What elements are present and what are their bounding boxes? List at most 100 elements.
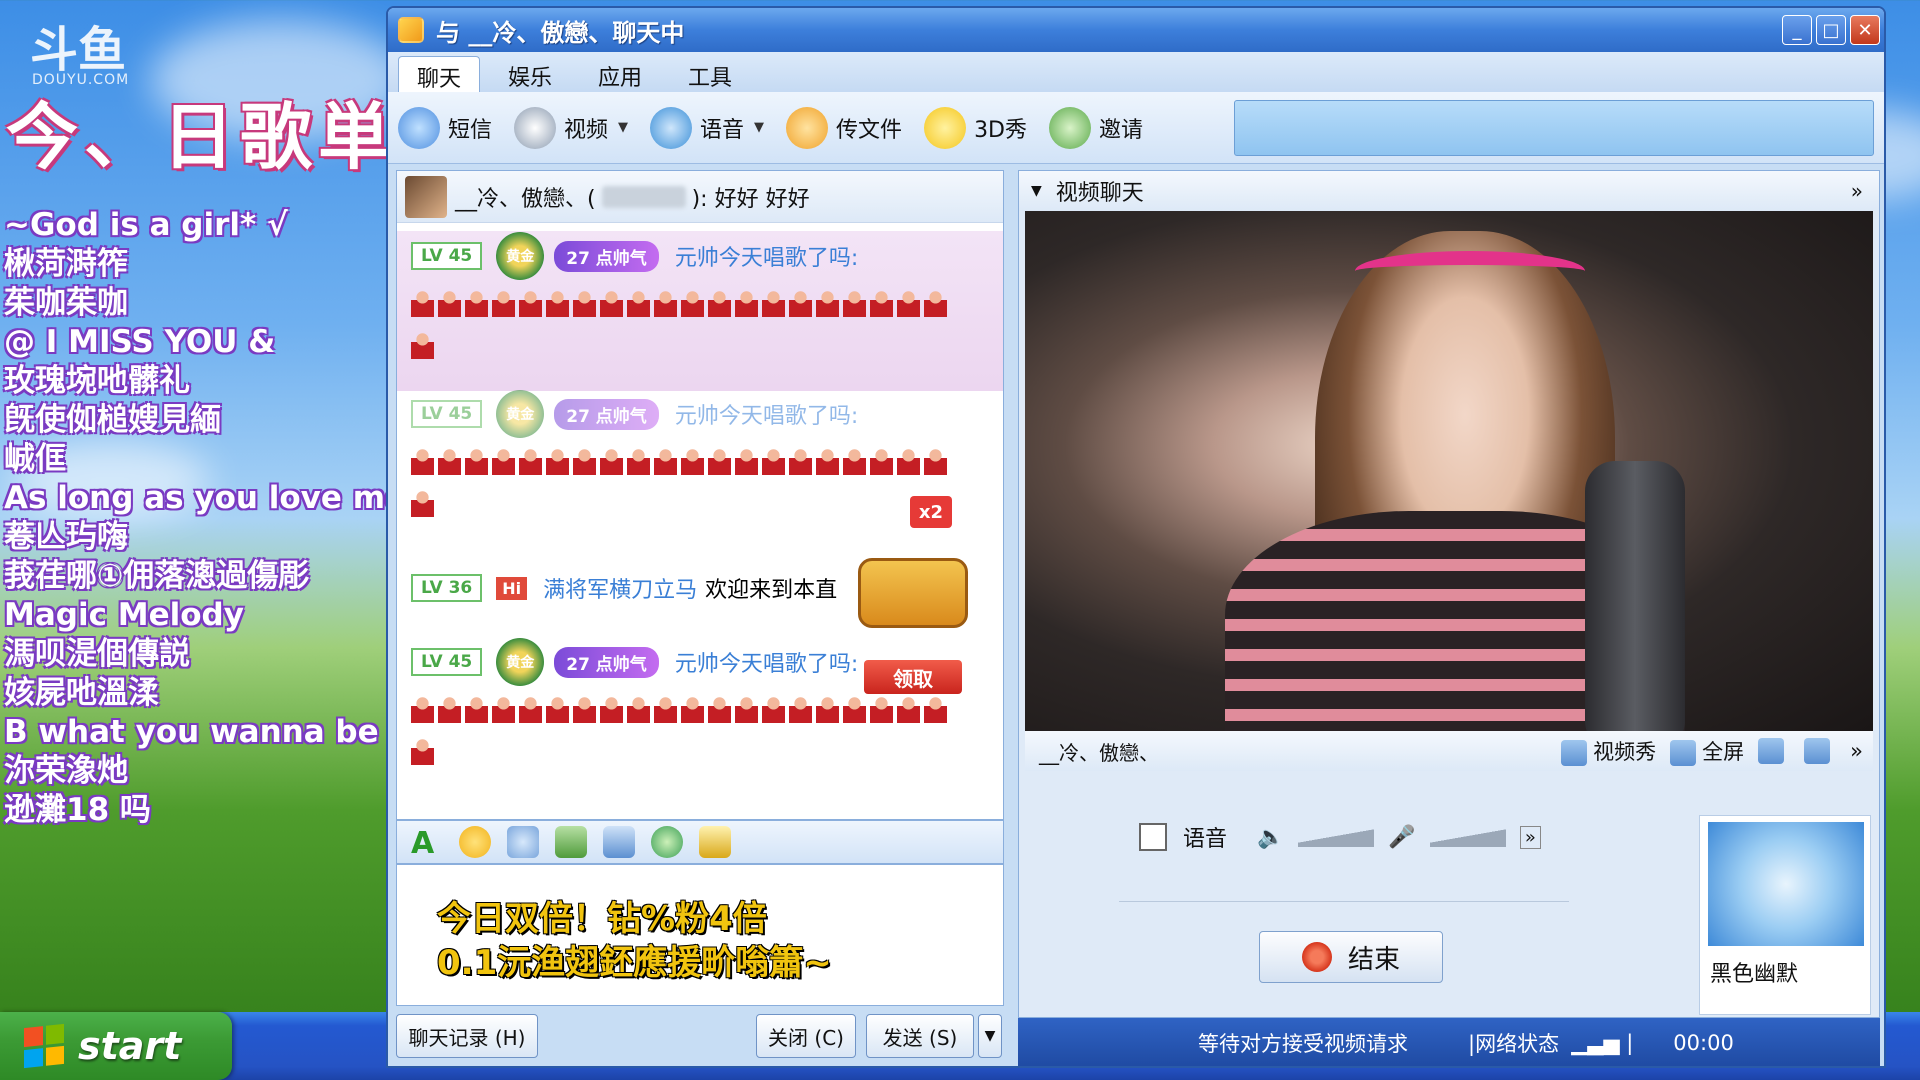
video-sub-bar: __冷、傲戀、 视频秀 全屏 » [1025,731,1873,771]
maximize-button[interactable]: □ [1816,15,1846,45]
fullscreen-button[interactable]: 全屏 [1670,736,1744,766]
chat-history[interactable]: __冷、傲戀、( ): 好好 好好 LV 45 黄金 27 点帅气 元帅今天唱歌… [396,170,1004,820]
video-chat-header: ▼ 视频聊天 » [1019,171,1879,211]
close-window-button[interactable]: ✕ [1850,15,1880,45]
gift-icon[interactable] [699,826,731,858]
magic-emoji-icon[interactable] [507,826,539,858]
more-icon[interactable]: » [1850,739,1863,763]
menu-tools[interactable]: 工具 [670,56,750,92]
voice-checkbox[interactable] [1139,823,1167,851]
sms-button[interactable]: 短信 [398,106,493,149]
chevron-down-icon[interactable]: ▼ [754,120,764,135]
window-title: 与 __冷、傲戀、聊天中 [436,18,685,47]
chat-header-message: ): 好好 好好 [691,186,810,212]
user-name[interactable]: 满将军横刀立马 [543,572,697,604]
3d-show-icon [924,106,967,149]
camera-icon [1758,738,1785,764]
toolbar: 短信 视频 ▼ 语音 ▼ 传文件 3D秀 邀请 [388,92,1884,164]
emoji-row [397,281,1003,365]
title-bar[interactable]: 与 __冷、傲戀、聊天中 _ □ ✕ [388,8,1884,52]
song-item: As long as you love me [4,480,407,516]
image-icon[interactable] [555,826,587,858]
chat-window: 与 __冷、傲戀、聊天中 _ □ ✕ 聊天 娱乐 应用 工具 短信 视频 ▼ 语… [386,6,1886,1068]
remote-video[interactable] [1025,211,1873,731]
song-item: Magic Melody [4,597,244,633]
claim-button[interactable]: 领取 [864,660,962,694]
network-status: |网络状态 [1468,1032,1560,1056]
file-transfer-label: 传文件 [836,117,903,143]
minimize-button[interactable]: _ [1782,15,1812,45]
3d-show-button[interactable]: 3D秀 [924,106,1027,149]
music-icon[interactable] [651,826,683,858]
voice-button[interactable]: 语音 ▼ [650,106,764,149]
menu-apps[interactable]: 应用 [580,56,660,92]
speaker-volume-slider[interactable] [1298,827,1375,847]
input-line: 0.1沅渔翅鉟應援畍嗡簫~ [437,943,832,983]
font-icon[interactable]: A [411,826,443,861]
close-button[interactable]: 关闭 (C) [756,1014,856,1058]
signal-icon: ▁▃▅ | [1571,1031,1634,1055]
song-item: @ I MISS YOU & [4,324,276,360]
emoji-icon[interactable] [459,826,491,858]
start-button[interactable]: start [0,1012,232,1080]
camera-settings-button[interactable] [1758,738,1790,764]
blurred-id [601,185,686,208]
avatar[interactable] [405,175,447,218]
pip-button[interactable] [1804,738,1836,764]
invite-button[interactable]: 邀请 [1049,106,1144,149]
chat-history-button[interactable]: 聊天记录 (H) [396,1014,538,1058]
menu-entertainment[interactable]: 娱乐 [490,56,570,92]
file-transfer-icon [786,106,829,149]
microphone-icon[interactable]: 🎤 [1388,825,1415,850]
chat-header: __冷、傲戀、( ): 好好 好好 [397,171,1003,223]
send-button[interactable]: 发送 (S) [866,1014,974,1058]
song-item: B what you wanna be [4,714,379,750]
self-name: 黑色幽默 [1710,962,1799,987]
sms-label: 短信 [448,117,493,143]
screenshot-icon[interactable] [603,826,635,858]
song-item: 玫瑰埦吔髒礼 [4,363,190,399]
invite-label: 邀请 [1099,117,1144,143]
end-call-label: 结束 [1347,944,1400,975]
send-options-button[interactable]: ▼ [978,1014,1002,1058]
level-badge: LV 36 [411,574,483,602]
fan-badge: 27 点帅气 [554,398,659,430]
user-name[interactable]: 元帅今天唱歌了吗: [675,398,858,430]
message-input[interactable]: 今日双倍！钻%粉4倍 0.1沅渔翅鉟應援畍嗡簫~ [396,864,1004,1006]
song-list-title: 今、日歌単 [6,95,397,179]
gold-medal-icon: 黄金 [496,638,545,686]
end-call-button[interactable]: 结束 [1259,931,1443,983]
start-label: start [78,1024,182,1068]
speaker-icon[interactable]: 🔈 [1257,825,1284,850]
sms-icon [398,106,440,149]
expand-icon[interactable]: » [1851,179,1863,203]
more-icon[interactable]: » [1519,825,1541,849]
fan-badge: 27 点帅气 [554,240,659,272]
video-label: 视频 [564,117,609,143]
chat-message: LV 45 黄金 27 点帅气 元帅今天唱歌了吗: [397,231,1003,391]
fan-badge: 27 点帅气 [554,646,659,678]
multiplier-badge: x2 [910,496,952,528]
gold-medal-icon: 黄金 [496,390,545,438]
gold-medal-icon: 黄金 [496,232,545,280]
song-item: 溤呗湜個傳説 [4,636,190,672]
video-chat-panel: ▼ 视频聊天 » __冷、傲戀、 视频秀 全屏 » 语音 🔈 🎤 » 结束 黑色… [1018,170,1880,1018]
banner-area[interactable] [1234,100,1874,156]
song-item: 逊灘18 吗 [4,792,151,828]
mic-volume-slider[interactable] [1429,827,1506,847]
user-name[interactable]: 元帅今天唱歌了吗: [675,646,858,678]
collapse-icon[interactable]: ▼ [1031,183,1042,199]
video-button[interactable]: 视频 ▼ [514,106,628,149]
video-show-button[interactable]: 视频秀 [1561,736,1656,766]
chevron-down-icon[interactable]: ▼ [618,120,628,135]
app-icon [398,17,424,43]
self-preview[interactable]: 黑色幽默 [1699,815,1871,1015]
microphone-icon [650,106,693,149]
invite-user-icon [1049,106,1092,149]
song-item: ~God is a girl* √ [4,207,288,243]
user-name[interactable]: 元帅今天唱歌了吗: [675,240,858,272]
file-transfer-button[interactable]: 传文件 [786,106,903,149]
treasure-chest-icon[interactable] [848,528,978,638]
menu-chat[interactable]: 聊天 [398,56,481,92]
power-icon [1301,942,1332,972]
